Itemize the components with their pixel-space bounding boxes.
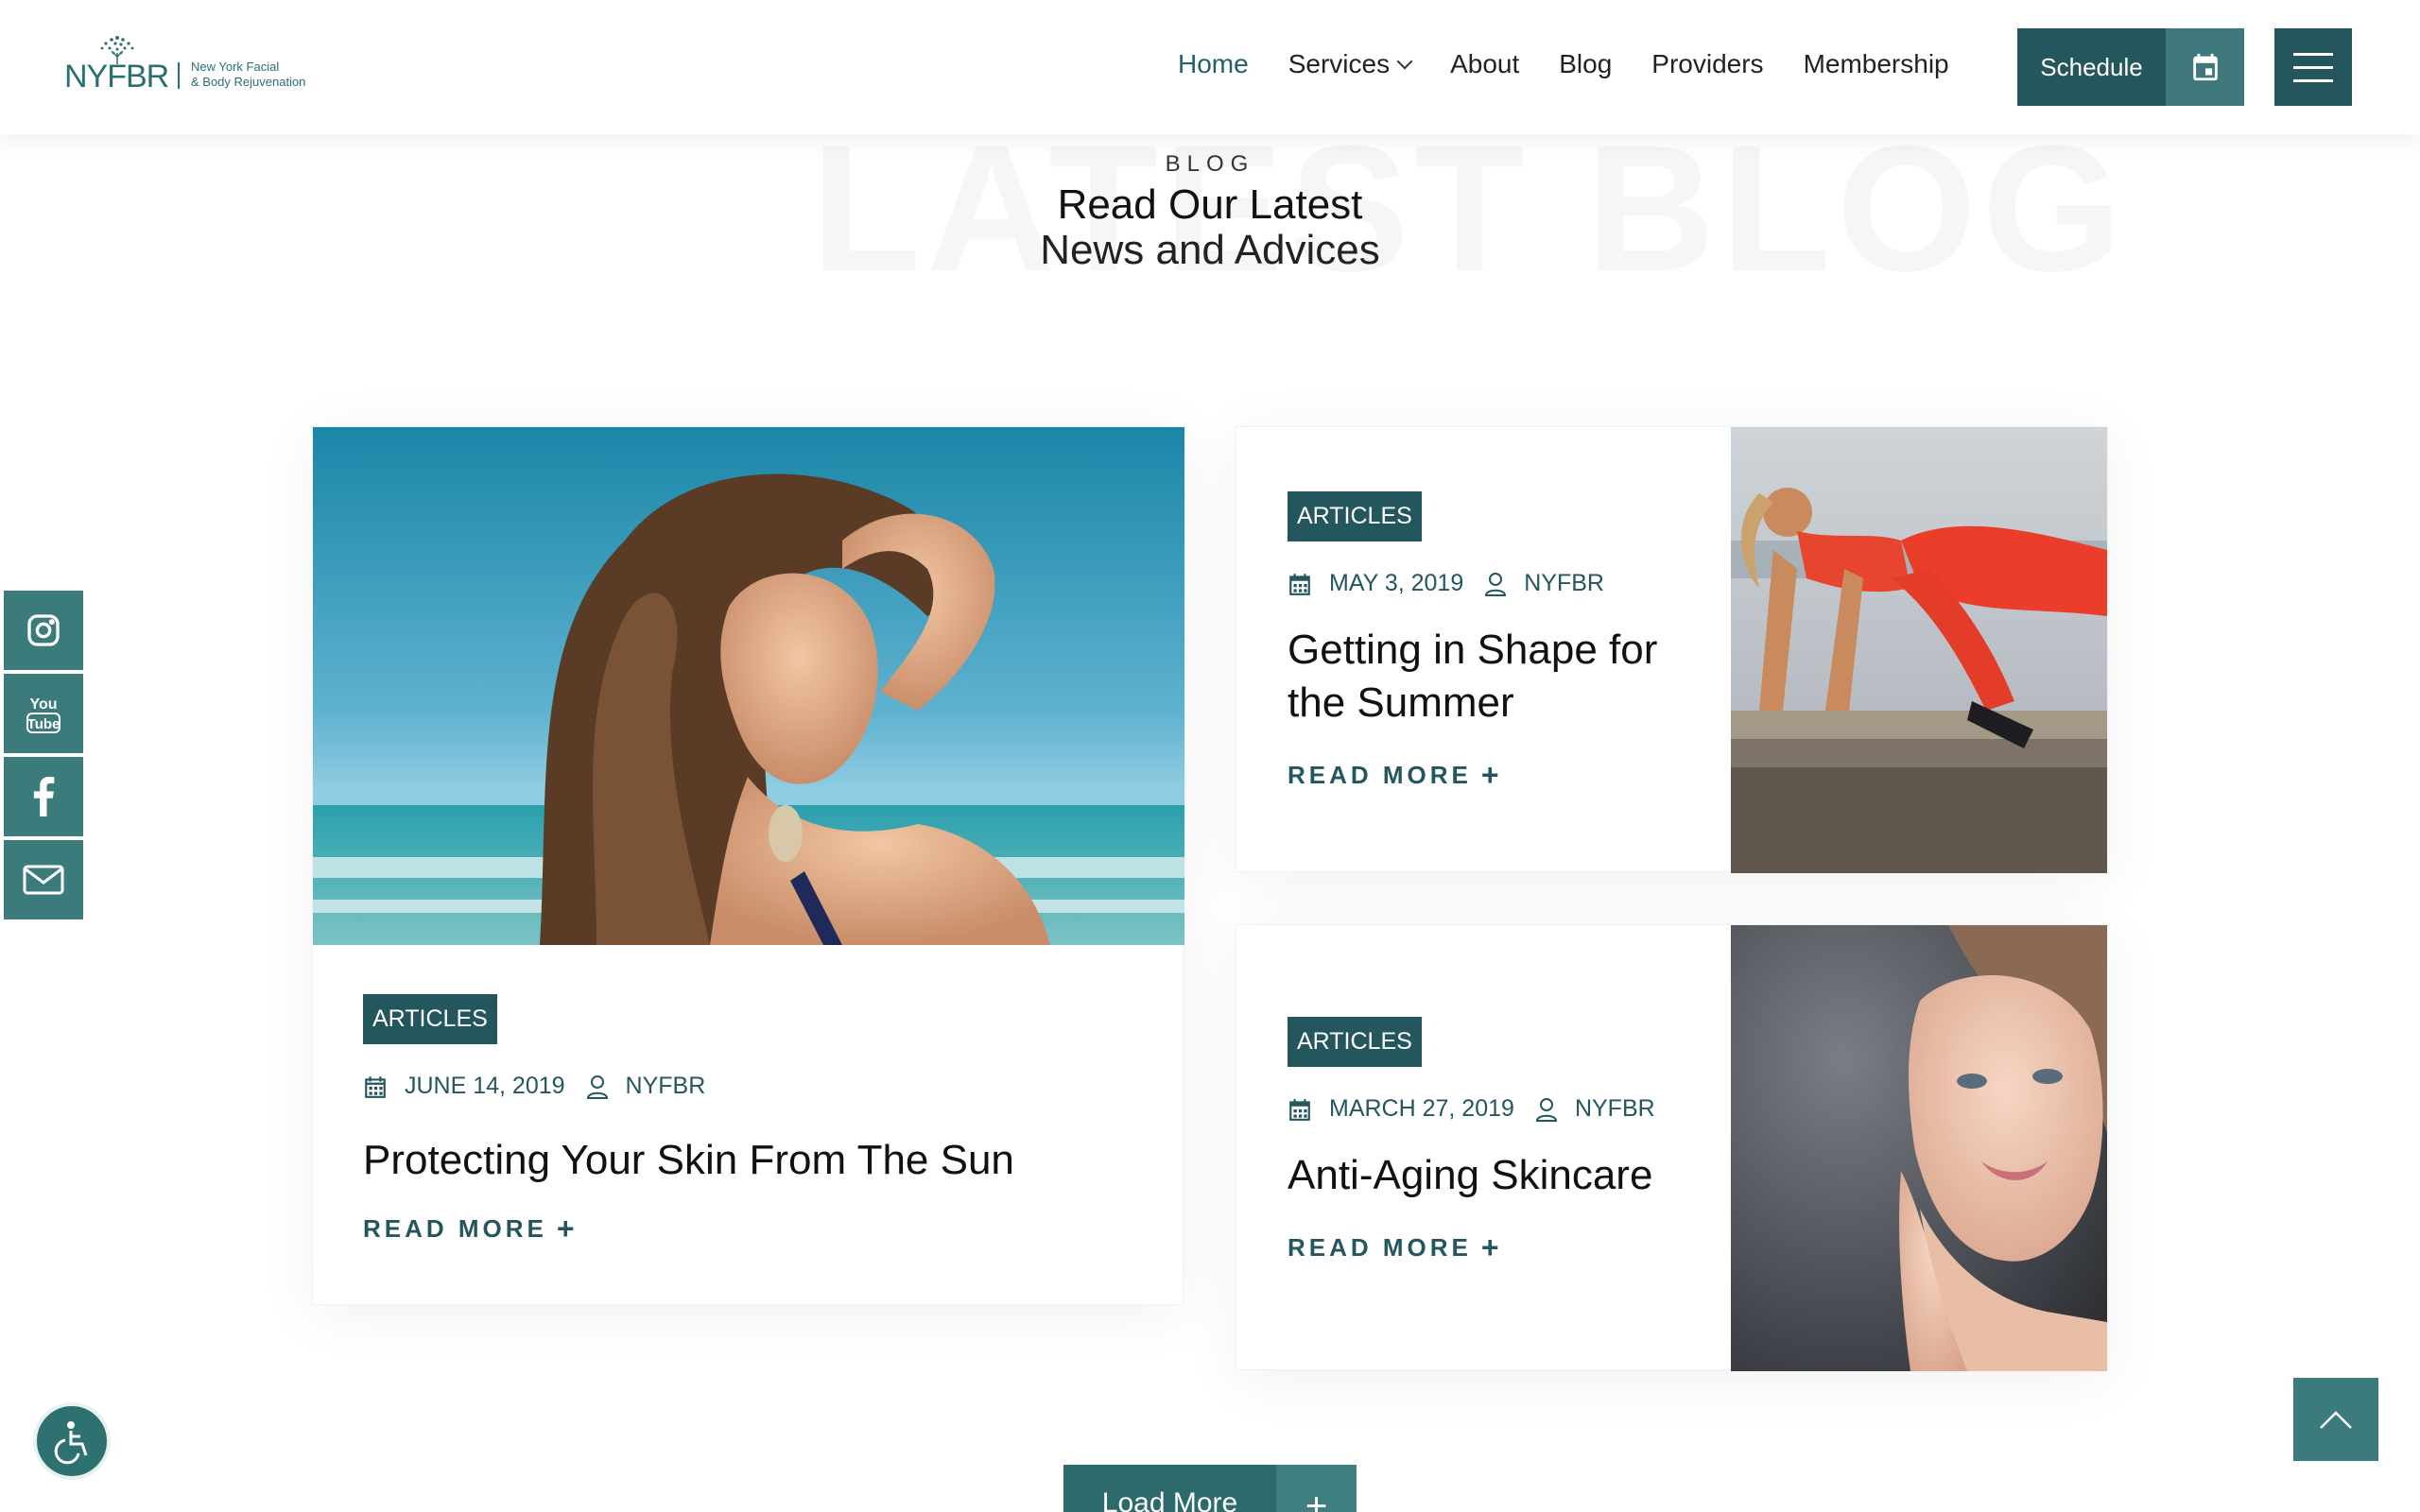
- section-heading-line2: News and Advices: [1040, 227, 1380, 273]
- schedule-button[interactable]: Schedule: [2017, 28, 2244, 106]
- load-more-label: Load More: [1063, 1465, 1276, 1512]
- facebook-icon: [33, 777, 55, 816]
- post-author[interactable]: NYFBR: [1575, 1095, 1655, 1123]
- logo-text: NYFBR: [64, 59, 169, 94]
- instagram-link[interactable]: [3, 590, 84, 671]
- post-title-line2: the Summer: [1288, 679, 1514, 726]
- accessibility-button[interactable]: [33, 1402, 111, 1480]
- nav-item-services-label: Services: [1288, 49, 1391, 78]
- read-more-link[interactable]: READ MORE +: [1288, 758, 1657, 793]
- wheelchair-icon: [54, 1421, 88, 1465]
- logo-mark: NYFBR: [62, 32, 176, 100]
- post-date: JUNE 14, 2019: [405, 1073, 565, 1099]
- user-icon: [1535, 1097, 1557, 1122]
- post-date: MAY 3, 2019: [1329, 570, 1464, 596]
- blog-card-shape[interactable]: ARTICLES MAY 3, 2019 NYFBR Getting in Sh…: [1236, 426, 2108, 873]
- email-link[interactable]: [3, 839, 84, 920]
- youtube-link[interactable]: You Tube: [3, 673, 84, 754]
- nav-item-blog[interactable]: Blog: [1559, 49, 1612, 79]
- plus-icon: +: [1480, 1230, 1503, 1264]
- logo-tagline-line2: & Body Rejuvenation: [191, 75, 306, 89]
- category-badge[interactable]: ARTICLES: [363, 994, 497, 1044]
- post-meta: MARCH 27, 2019 NYFBR: [1288, 1095, 1655, 1123]
- post-body: ARTICLES MAY 3, 2019 NYFBR Getting in Sh…: [1288, 491, 1657, 793]
- post-image-skincare-woman[interactable]: [1731, 925, 2107, 1371]
- category-badge[interactable]: ARTICLES: [1288, 491, 1422, 541]
- load-more-button[interactable]: Load More +: [1063, 1465, 1357, 1512]
- chevron-down-icon: [1396, 53, 1413, 70]
- facebook-link[interactable]: [3, 756, 84, 837]
- hamburger-icon: [2293, 52, 2333, 56]
- hamburger-icon-bar: [2293, 65, 2333, 69]
- post-author[interactable]: NYFBR: [626, 1073, 706, 1100]
- plus-icon: +: [1480, 758, 1503, 792]
- read-more-label: READ MORE: [363, 1214, 547, 1243]
- post-image-fitness-woman[interactable]: [1731, 427, 2107, 873]
- plus-icon: +: [1276, 1465, 1357, 1512]
- svg-text:Tube: Tube: [27, 716, 60, 732]
- email-icon: [23, 865, 64, 895]
- calendar-icon: [365, 1075, 386, 1098]
- logo-tagline: New York Facial & Body Rejuvenation: [191, 60, 305, 90]
- plus-icon: +: [556, 1211, 579, 1246]
- menu-button[interactable]: [2274, 28, 2352, 106]
- nav-item-home[interactable]: Home: [1178, 49, 1249, 79]
- read-more-label: READ MORE: [1288, 761, 1472, 789]
- logo-tagline-line1: New York Facial: [191, 60, 280, 74]
- instagram-icon: [27, 614, 60, 646]
- hamburger-icon-bar: [2293, 78, 2333, 82]
- main-nav: Home Services About Blog Providers Membe…: [1178, 49, 1989, 79]
- post-title[interactable]: Anti-Aging Skincare: [1288, 1149, 1655, 1202]
- nav-item-services[interactable]: Services: [1288, 49, 1413, 79]
- blog-card-sun[interactable]: ARTICLES JUNE 14, 2019 NYFBR Protecting …: [312, 426, 1184, 1305]
- read-more-link[interactable]: READ MORE +: [363, 1211, 1014, 1246]
- blog-card-antiaging[interactable]: ARTICLES MARCH 27, 2019 NYFBR Anti-Aging…: [1236, 924, 2108, 1371]
- logo-divider: [178, 62, 180, 89]
- calendar-icon: [1289, 573, 1310, 595]
- post-title-line1: Getting in Shape for: [1288, 627, 1658, 673]
- read-more-label: READ MORE: [1288, 1233, 1472, 1262]
- post-meta: MAY 3, 2019 NYFBR: [1288, 570, 1657, 597]
- post-date: MARCH 27, 2019: [1329, 1095, 1514, 1122]
- post-author[interactable]: NYFBR: [1524, 570, 1604, 597]
- chevron-up-icon: [2320, 1411, 2352, 1429]
- schedule-label: Schedule: [2017, 28, 2166, 106]
- svg-text:You: You: [29, 696, 57, 713]
- calendar-icon: [2166, 28, 2244, 106]
- section-heading-line1: Read Our Latest: [1057, 181, 1363, 228]
- post-body: ARTICLES JUNE 14, 2019 NYFBR Protecting …: [363, 994, 1014, 1246]
- post-image-beach-woman[interactable]: [313, 427, 1184, 945]
- nav-item-about[interactable]: About: [1450, 49, 1519, 79]
- read-more-link[interactable]: READ MORE +: [1288, 1230, 1655, 1265]
- social-sidebar: You Tube: [3, 590, 84, 922]
- post-body: ARTICLES MARCH 27, 2019 NYFBR Anti-Aging…: [1288, 1017, 1655, 1265]
- site-header: NYFBR New York Facial & Body Rejuvenatio…: [0, 0, 2420, 134]
- site-logo[interactable]: NYFBR New York Facial & Body Rejuvenatio…: [62, 32, 337, 100]
- category-badge[interactable]: ARTICLES: [1288, 1017, 1422, 1067]
- post-title[interactable]: Protecting Your Skin From The Sun: [363, 1134, 1014, 1187]
- back-to-top-button[interactable]: [2293, 1378, 2378, 1461]
- post-title[interactable]: Getting in Shape for the Summer: [1288, 624, 1657, 730]
- post-meta: JUNE 14, 2019 NYFBR: [363, 1073, 1014, 1100]
- youtube-icon: You Tube: [26, 696, 60, 733]
- calendar-icon: [1289, 1098, 1310, 1121]
- nav-item-membership[interactable]: Membership: [1804, 49, 1949, 79]
- user-icon: [1485, 572, 1507, 596]
- nav-item-providers[interactable]: Providers: [1651, 49, 1763, 79]
- user-icon: [586, 1074, 608, 1099]
- section-eyebrow: BLOG: [1165, 151, 1255, 177]
